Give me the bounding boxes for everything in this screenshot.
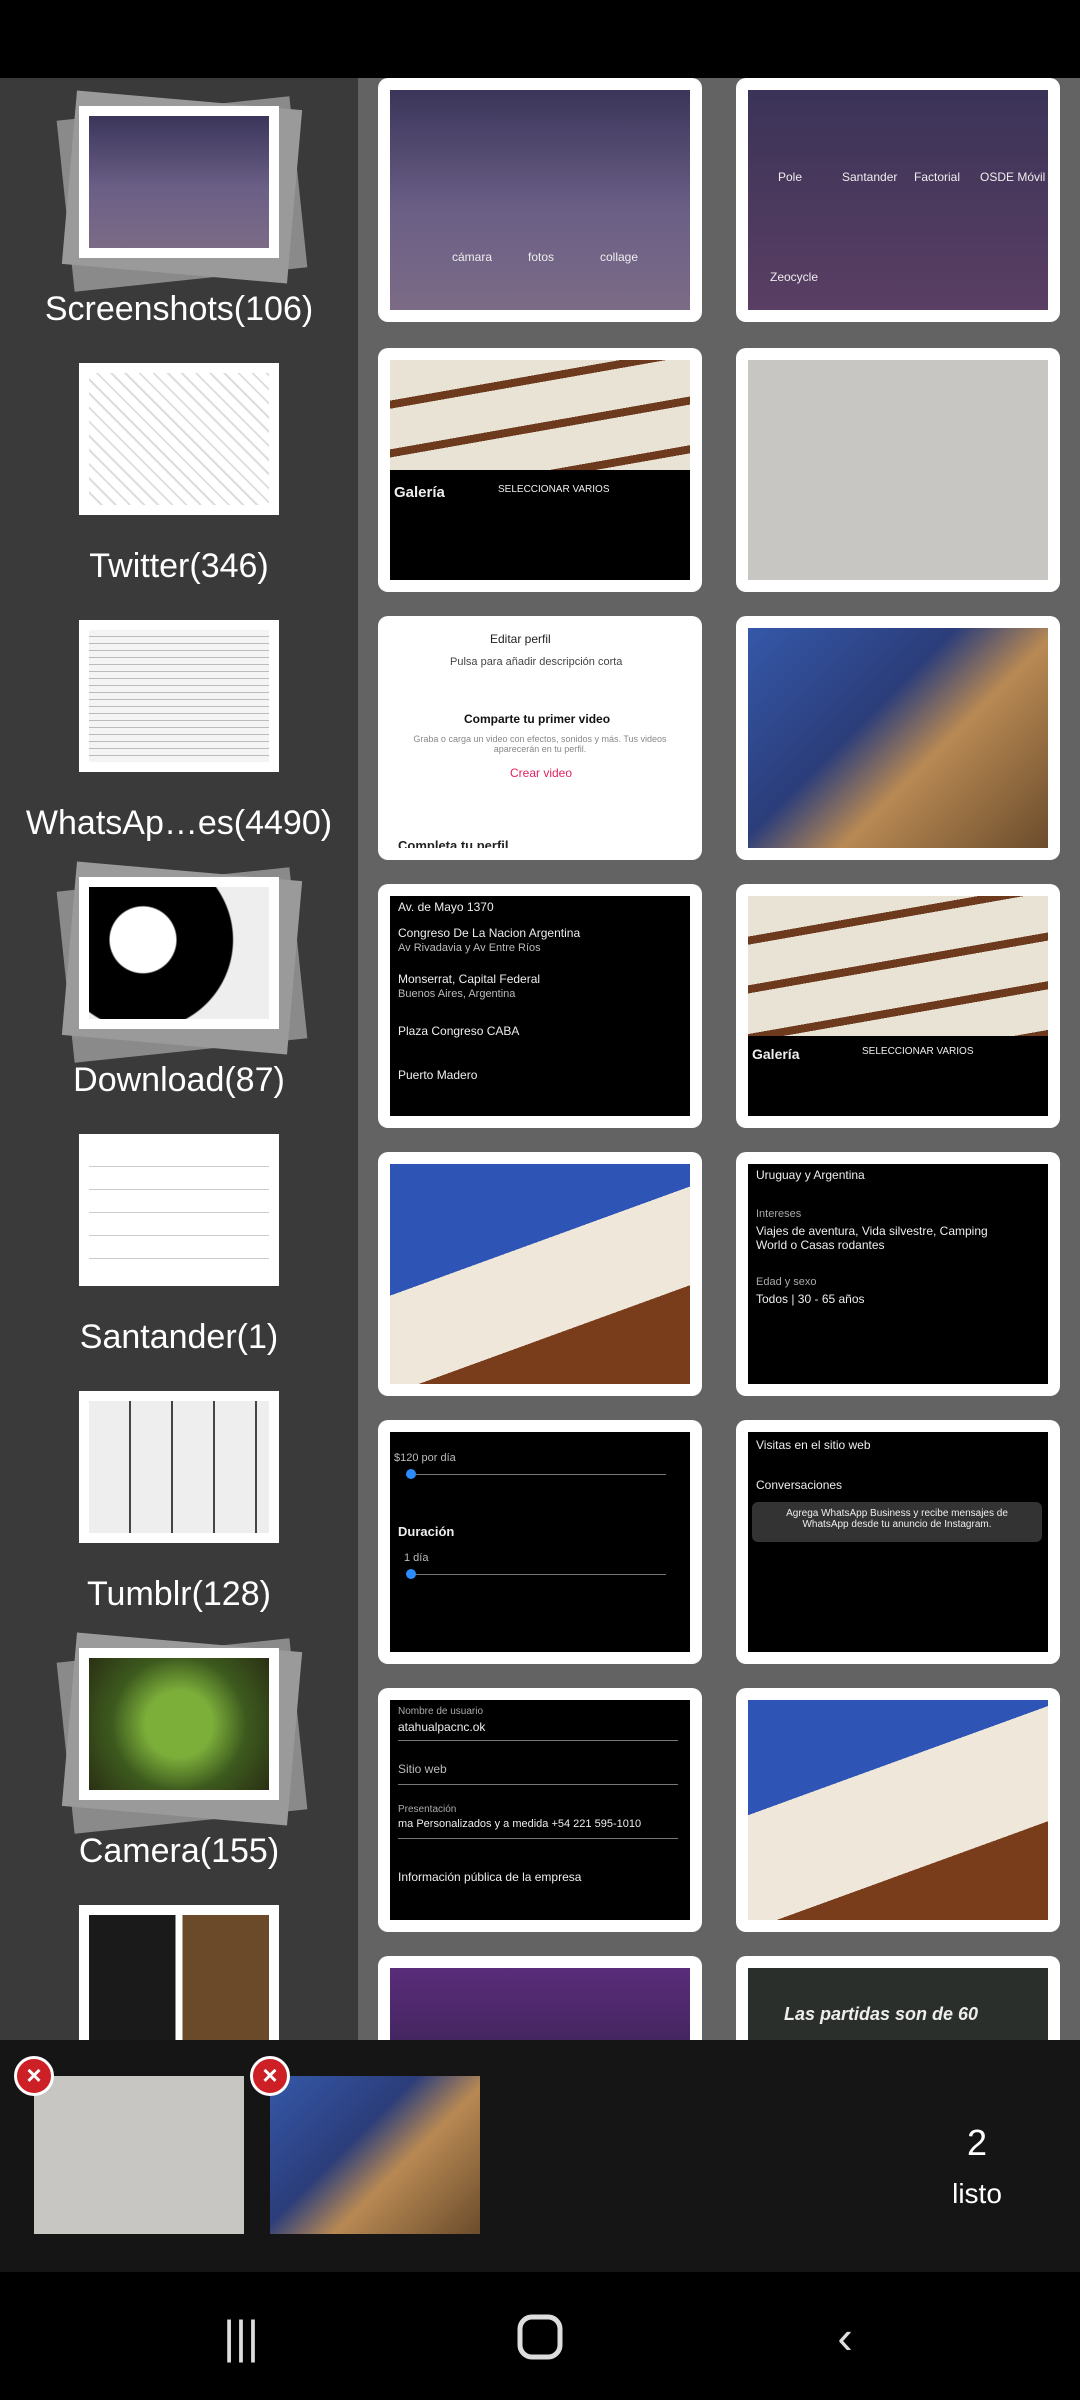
album-tumblr[interactable]: Tumblr(128) [0,1363,358,1620]
album-thumbnail [59,614,299,794]
album-sidebar[interactable]: Screenshots(106) Twitter(346) WhatsAp…es… [0,78,358,2040]
thumb-text: Comparte tu primer video [464,712,611,726]
recents-icon[interactable]: ||| [206,2302,276,2372]
back-icon[interactable]: ‹ [810,2302,880,2372]
album-thumbnail [56,90,308,292]
photo-thumbnail[interactable]: Pole Santander Factorial OSDE Móvil Zeoc… [736,78,1060,322]
thumb-text: SELECCIONAR VARIOS [862,1046,974,1057]
thumb-text: Duración [398,1524,455,1539]
album-thumbnail [59,1385,299,1565]
photo-thumbnail[interactable] [736,348,1060,592]
album-santander[interactable]: Santander(1) [0,1106,358,1363]
thumb-text: Av Rivadavia y Av Entre Ríos [398,942,541,954]
thumb-text: Agrega WhatsApp Business y recibe mensaj… [786,1508,1008,1530]
photo-thumbnail[interactable]: cámara fotos collage [378,78,702,322]
photo-thumbnail[interactable]: Galería SELECCIONAR VARIOS [736,884,1060,1128]
close-icon[interactable]: × [250,2056,290,2096]
photo-thumbnail[interactable] [736,1688,1060,1932]
thumb-text: Monserrat, Capital Federal [398,972,541,986]
home-icon[interactable] [505,2302,575,2372]
album-whatsapp[interactable]: WhatsAp…es(4490) [0,592,358,849]
selected-photo[interactable]: × [14,2056,244,2234]
thumb-text: Plaza Congreso CABA [398,1024,520,1038]
thumb-text: Galería [394,484,445,501]
selected-count: 2 [966,2122,988,2163]
album-label: Tumblr(128) [87,1575,271,1613]
thumb-text: ma Personalizados y a medida +54 221 595… [398,1818,642,1830]
album-camera[interactable]: Camera(155) [0,1620,358,1877]
album-label: Santander(1) [79,1318,279,1356]
album-download[interactable]: Download(87) [0,849,358,1106]
photo-thumbnail[interactable]: Uruguay y Argentina Intereses Viajes de … [736,1152,1060,1396]
photo-thumbnail[interactable] [378,1152,702,1396]
thumb-text: SELECCIONAR VARIOS [498,484,610,495]
photo-thumbnail[interactable]: Editar perfil Pulsa para añadir descripc… [378,616,702,860]
album-label: WhatsAp…es(4490) [25,804,333,842]
thumb-text: Intereses [756,1208,802,1220]
selected-photo[interactable]: × [250,2056,480,2234]
thumb-text: Visitas en el sitio web [756,1438,871,1452]
album-label: Twitter(346) [89,547,269,585]
photo-thumbnail[interactable]: Visitas en el sitio web Conversaciones A… [736,1420,1060,1664]
album-label: Screenshots(106) [44,290,314,328]
thumb-text: Congreso De La Nacion Argentina [398,926,581,940]
status-bar [0,0,1080,78]
thumb-text: Crear video [510,766,573,780]
thumb-text: Presentación [398,1804,457,1815]
thumb-text: Todos | 30 - 65 años [756,1292,865,1306]
close-icon[interactable]: × [14,2056,54,2096]
album-screenshots[interactable]: Screenshots(106) [0,78,358,335]
photo-thumbnail[interactable]: Las partidas son de 60 [736,1956,1060,2040]
album-thumbnail [59,1899,299,2040]
album-more[interactable] [0,1877,358,2040]
album-thumbnail [59,1128,299,1308]
thumb-text: Completa tu perfil [398,838,509,848]
selection-tray: × × 2 listo [0,2040,1080,2272]
thumb-text: Edad y sexo [756,1276,817,1288]
system-nav-bar: ||| ‹ [0,2272,1080,2400]
thumb-text: Editar perfil [490,632,551,646]
thumb-text: Las partidas son de 60 [784,2004,979,2024]
album-thumbnail [59,357,299,537]
thumb-text: Galería [752,1046,800,1062]
thumb-text: Buenos Aires, Argentina [398,988,516,1000]
photo-thumbnail[interactable]: Av. de Mayo 1370 Congreso De La Nacion A… [378,884,702,1128]
thumb-text: OSDE Móvil [980,170,1046,184]
thumb-text: Conversaciones [756,1478,843,1492]
photo-thumbnail[interactable] [736,616,1060,860]
thumb-text: Graba o carga un video con efectos, soni… [413,734,667,754]
thumb-text: 1 día [404,1552,429,1564]
photo-thumbnail[interactable] [378,1956,702,2040]
thumb-text: Pole [778,170,803,184]
thumb-text: Puerto Madero [398,1068,478,1082]
album-label: Download(87) [73,1061,285,1099]
done-label: listo [952,2178,1002,2209]
thumb-text: Factorial [914,170,961,184]
thumb-text: collage [600,250,639,264]
album-twitter[interactable]: Twitter(346) [0,335,358,592]
album-thumbnail [56,861,308,1063]
thumb-text: Zeocycle [770,270,819,284]
album-thumbnail [56,1632,308,1834]
thumb-text: Av. de Mayo 1370 [398,900,494,914]
thumb-text: cámara [452,250,493,264]
thumb-text: Sitio web [398,1762,447,1776]
thumb-text: $120 por día [394,1452,456,1464]
thumb-text: Información pública de la empresa [398,1870,582,1884]
album-label: Camera(155) [78,1832,280,1870]
thumb-text: Viajes de aventura, Vida silvestre, Camp… [756,1224,988,1252]
thumb-text: fotos [528,250,555,264]
photo-thumbnail[interactable]: Nombre de usuario atahualpacnc.ok Sitio … [378,1688,702,1932]
thumb-text: Nombre de usuario [398,1706,484,1717]
done-button[interactable]: 2 listo [912,2122,1042,2210]
thumb-text: Uruguay y Argentina [756,1168,865,1182]
photo-grid[interactable]: cámara fotos collage Pole Santander Fact… [358,78,1080,2040]
photo-thumbnail[interactable]: $120 por día Duración 1 día [378,1420,702,1664]
thumb-text: Santander [842,170,898,184]
thumb-text: atahualpacnc.ok [398,1720,486,1734]
thumb-text: Pulsa para añadir descripción corta [450,656,623,668]
photo-thumbnail[interactable]: Galería SELECCIONAR VARIOS [378,348,702,592]
